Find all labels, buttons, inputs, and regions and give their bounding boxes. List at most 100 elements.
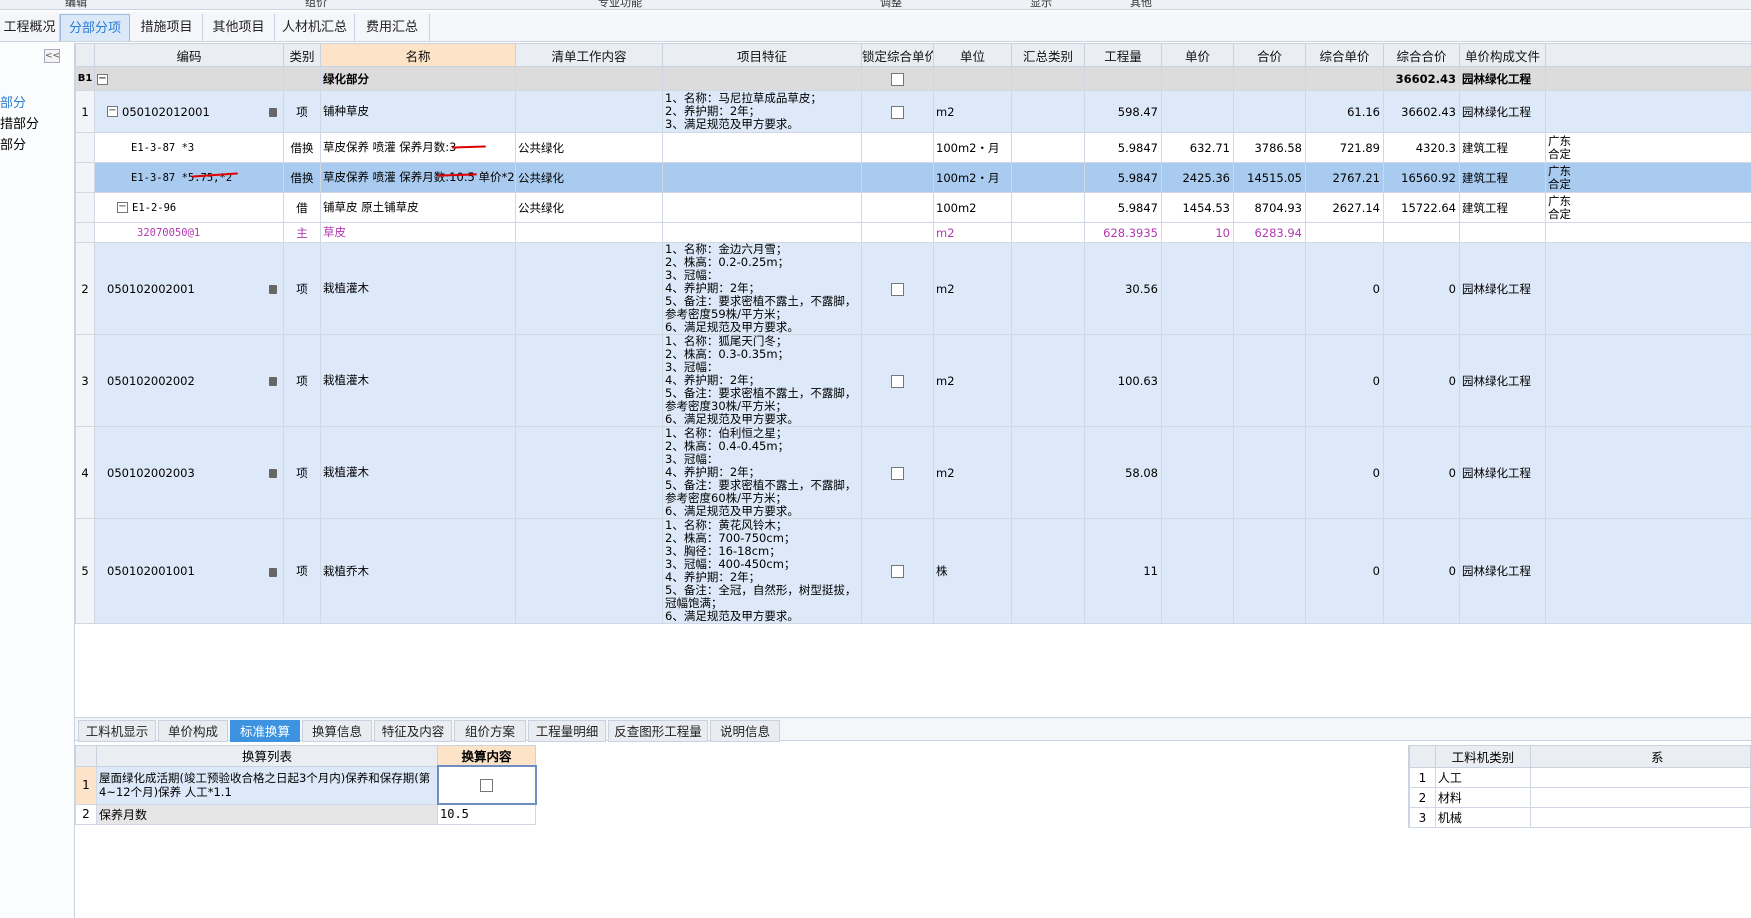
conversion-header-content[interactable]: 换算内容 (437, 745, 536, 767)
comprehensive-total-cell[interactable]: 36602.43 (1383, 90, 1460, 133)
btab-unit-price-build[interactable]: 单价构成 (158, 720, 228, 742)
quantity-cell[interactable]: 5.9847 (1084, 132, 1162, 163)
header-comprehensive-total[interactable]: 综合合价 (1383, 43, 1460, 67)
comprehensive-total-cell[interactable]: 0 (1383, 242, 1460, 335)
price-file-cell[interactable]: 建筑工程 (1459, 162, 1546, 193)
btab-description[interactable]: 说明信息 (710, 720, 780, 742)
total-price-cell[interactable]: 8704.93 (1233, 192, 1306, 223)
tab-sub-items[interactable]: 分部分项 (60, 14, 130, 41)
comprehensive-unit-price-cell[interactable]: 2767.21 (1305, 162, 1384, 193)
tab-labor-material-summary[interactable]: 人材机汇总 (275, 14, 355, 41)
header-total-price[interactable]: 合价 (1233, 43, 1306, 67)
unit-price-cell[interactable]: 2425.36 (1161, 162, 1234, 193)
work-content-cell[interactable] (515, 426, 663, 519)
checkbox-icon[interactable] (891, 282, 904, 296)
work-content-cell[interactable]: 公共绿化 (515, 132, 663, 163)
type-cell[interactable]: 借换 (283, 132, 321, 163)
lock-price-cell[interactable] (861, 242, 934, 335)
bill-item-row[interactable]: 2 050102002001 项栽植灌木 1、名称：金边六月雪； 2、株高：0.2-0… (75, 242, 1751, 335)
header-unit-price[interactable]: 单价 (1161, 43, 1234, 67)
name-cell[interactable]: 栽植灌木 (320, 242, 516, 335)
bill-item-row[interactable]: 4 050102002003 项栽植灌木 1、名称：伯利恒之星； 2、株高：0.4-0… (75, 426, 1751, 519)
unit-cell[interactable]: m2 (933, 334, 1012, 427)
lock-price-cell[interactable] (861, 334, 934, 427)
name-cell[interactable]: 栽植灌木 (320, 334, 516, 427)
resource-header-coef[interactable]: 系 (1529, 745, 1751, 768)
price-file-cell[interactable]: 建筑工程 (1459, 192, 1546, 223)
code-cell[interactable]: 050102001001 (94, 518, 284, 624)
total-price-cell[interactable] (1233, 426, 1306, 519)
resource-row[interactable]: 2 材料 (1409, 787, 1751, 808)
work-content-cell[interactable]: 公共绿化 (515, 162, 663, 193)
header-summary-category[interactable]: 汇总类别 (1011, 43, 1085, 67)
work-content-cell[interactable] (515, 518, 663, 624)
checkbox-icon[interactable] (891, 72, 904, 86)
code-cell[interactable]: 050102002003 (94, 426, 284, 519)
quantity-cell[interactable]: 5.9847 (1084, 162, 1162, 193)
header-quantity[interactable]: 工程量 (1084, 43, 1162, 67)
comprehensive-unit-price-cell[interactable]: 721.89 (1305, 132, 1384, 163)
tree-item-other[interactable]: 部分 (0, 134, 26, 153)
price-file-cell[interactable]: 建筑工程 (1459, 132, 1546, 163)
header-lock-price[interactable]: 锁定综合单价 (861, 43, 934, 67)
summary-category-cell[interactable] (1011, 90, 1085, 133)
btab-conversion-info[interactable]: 换算信息 (302, 720, 372, 742)
resource-row[interactable]: 1 人工 (1409, 767, 1751, 788)
summary-category-cell[interactable] (1011, 334, 1085, 427)
quantity-cell[interactable]: 11 (1084, 518, 1162, 624)
checkbox-icon[interactable] (891, 565, 904, 578)
resource-row[interactable]: 3 机械 (1409, 807, 1751, 828)
name-cell[interactable]: 草皮保养 喷灌 保养月数:3 (320, 132, 516, 163)
header-work-content[interactable]: 清单工作内容 (515, 43, 663, 67)
unit-price-cell[interactable] (1161, 426, 1234, 519)
features-cell[interactable]: 1、名称：黄花风铃木； 2、株高：700-750cm； 3、胸径：16-18cm… (662, 518, 862, 624)
type-cell[interactable]: 主 (283, 222, 321, 243)
name-cell[interactable]: 草皮 (320, 222, 516, 243)
total-price-cell[interactable] (1233, 334, 1306, 427)
name-cell[interactable]: 铺种草皮 (320, 90, 516, 133)
comprehensive-unit-price-cell[interactable]: 0 (1305, 426, 1384, 519)
features-cell[interactable] (662, 162, 862, 193)
work-content-cell[interactable] (515, 90, 663, 133)
unit-price-cell[interactable] (1161, 334, 1234, 427)
quantity-cell[interactable]: 58.08 (1084, 426, 1162, 519)
unit-price-cell[interactable]: 1454.53 (1161, 192, 1234, 223)
features-cell[interactable]: 1、名称：金边六月雪； 2、株高：0.2-0.25m； 3、冠幅： 4、养护期：… (662, 242, 862, 335)
comprehensive-unit-price-cell[interactable]: 2627.14 (1305, 192, 1384, 223)
header-type[interactable]: 类别 (283, 43, 321, 67)
summary-category-cell[interactable] (1011, 242, 1085, 335)
comprehensive-unit-price-cell[interactable] (1305, 222, 1384, 243)
work-content-cell[interactable] (515, 242, 663, 335)
unit-cell[interactable]: 100m2・月 (933, 162, 1012, 193)
price-file-cell[interactable]: 园林绿化工程 (1459, 426, 1546, 519)
unit-price-cell[interactable] (1161, 242, 1234, 335)
quantity-cell[interactable]: 30.56 (1084, 242, 1162, 335)
total-price-cell[interactable] (1233, 518, 1306, 624)
work-content-cell[interactable]: 公共绿化 (515, 192, 663, 223)
bill-item-row[interactable]: 5 050102001001 项栽植乔木 1、名称：黄花风铃木； 2、株高：700-7… (75, 518, 1751, 624)
btab-labor-material-display[interactable]: 工料机显示 (78, 720, 156, 742)
tab-measures[interactable]: 措施项目 (131, 14, 203, 41)
tab-other-items[interactable]: 其他项目 (203, 14, 275, 41)
code-cell[interactable]: E1-3-87 *3 (94, 132, 284, 163)
type-cell[interactable]: 项 (283, 242, 321, 335)
comprehensive-total-cell[interactable]: 0 (1383, 334, 1460, 427)
features-cell[interactable] (662, 222, 862, 243)
comprehensive-unit-price-cell[interactable]: 0 (1305, 518, 1384, 624)
quota-row[interactable]: E1-3-87 *3 借换 草皮保养 喷灌 保养月数:3 公共绿化 100m2・月 5.9… (75, 132, 1751, 163)
price-file-cell[interactable]: 园林绿化工程 (1459, 90, 1546, 133)
header-comprehensive-unit-price[interactable]: 综合单价 (1305, 43, 1384, 67)
code-cell[interactable]: 050102002001 (94, 242, 284, 335)
summary-category-cell[interactable] (1011, 132, 1085, 163)
conversion-row[interactable]: 2 保养月数 10.5 (75, 803, 536, 825)
price-file-cell[interactable]: 园林绿化工程 (1459, 518, 1546, 624)
total-price-cell[interactable]: 14515.05 (1233, 162, 1306, 193)
lock-price-cell[interactable] (861, 426, 934, 519)
price-file-cell[interactable] (1459, 222, 1546, 243)
quota-row[interactable]: E1-3-87 *5.75,*2 借换 草皮保养 喷灌 保养月数:10.5 单价*2… (75, 162, 1751, 193)
comprehensive-total-cell[interactable] (1383, 222, 1460, 243)
btab-reverse-graphic-quantity[interactable]: 反查图形工程量 (608, 720, 708, 742)
checkbox-icon[interactable] (891, 374, 904, 388)
quota-row[interactable]: − E1-2-96 借铺草皮 原土铺草皮 公共绿化 100m2 5.9847 1454.53… (75, 192, 1751, 223)
summary-category-cell[interactable] (1011, 192, 1085, 223)
